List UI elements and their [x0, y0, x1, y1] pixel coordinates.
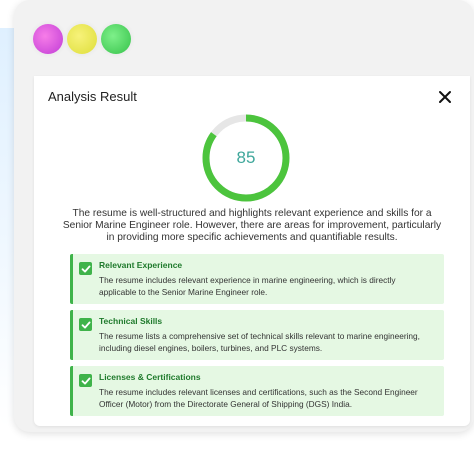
card-title: Technical Skills [99, 316, 163, 326]
result-card-licenses-certifications: Licenses & Certifications The resume inc… [70, 366, 444, 416]
window-dot-yellow[interactable] [67, 24, 97, 54]
score-value: 85 [236, 148, 256, 167]
window-dot-purple[interactable] [33, 24, 63, 54]
card-text: The resume includes relevant licenses an… [99, 387, 418, 409]
analysis-result-modal: Analysis Result 85 The resume is well-st… [34, 76, 470, 426]
window-dot-green[interactable] [101, 24, 131, 54]
window-titlebar [14, 0, 474, 76]
card-text: The resume includes relevant experience … [99, 275, 396, 297]
summary-text: The resume is well-structured and highli… [62, 208, 442, 243]
result-card-relevant-experience: Relevant Experience The resume includes … [70, 254, 444, 304]
check-icon [79, 374, 92, 387]
card-text: The resume lists a comprehensive set of … [99, 331, 420, 353]
card-title: Relevant Experience [99, 260, 183, 270]
app-window: Analysis Result 85 The resume is well-st… [14, 0, 474, 432]
check-icon [79, 262, 92, 275]
check-icon [79, 318, 92, 331]
close-button[interactable] [438, 90, 452, 104]
close-icon [439, 91, 451, 103]
modal-title: Analysis Result [48, 89, 137, 104]
result-card-technical-skills: Technical Skills The resume lists a comp… [70, 310, 444, 360]
card-title: Licenses & Certifications [99, 372, 201, 382]
